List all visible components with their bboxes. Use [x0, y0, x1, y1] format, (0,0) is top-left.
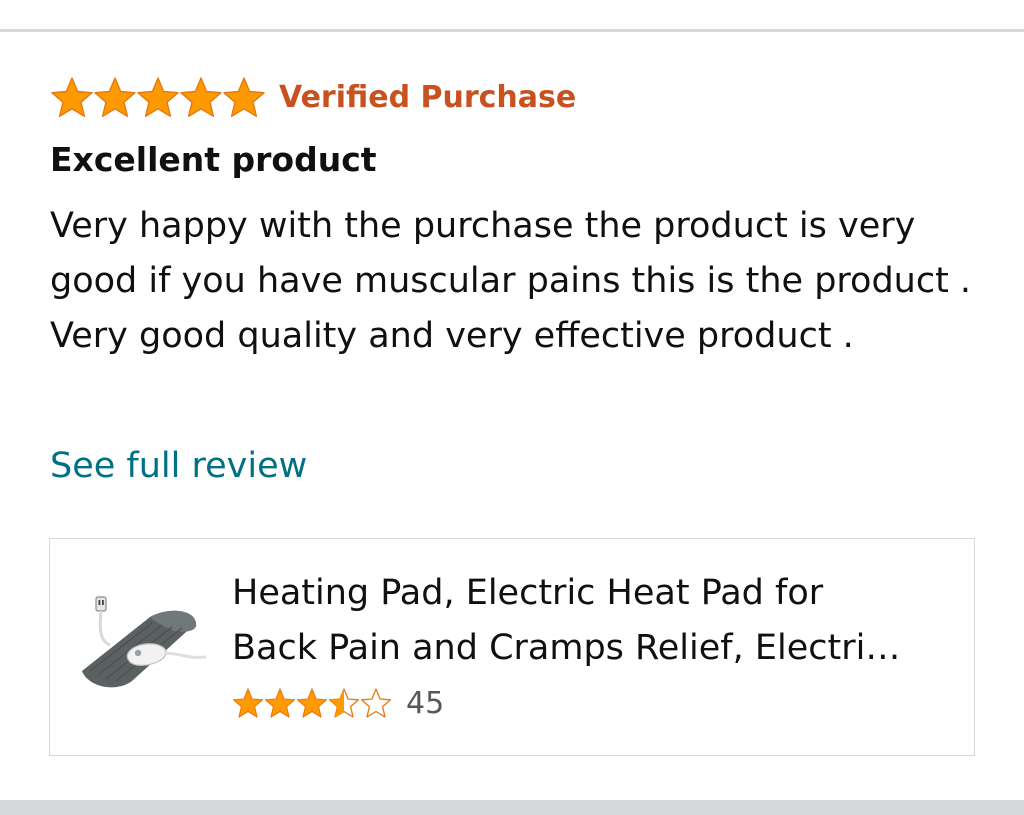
verified-purchase-badge: Verified Purchase	[279, 79, 577, 115]
review-body-text: Very happy with the purchase the product…	[50, 206, 972, 356]
bottom-divider-bar	[0, 800, 1024, 815]
star-icon	[136, 76, 180, 118]
top-divider	[0, 29, 1024, 32]
star-icon	[264, 687, 296, 719]
product-title[interactable]: Heating Pad, Electric Heat Pad for Back …	[232, 566, 952, 676]
empty-star-icon	[360, 687, 392, 719]
product-rating-row: 45	[232, 685, 444, 721]
star-icon	[296, 687, 328, 719]
half-star-icon	[328, 687, 360, 719]
see-full-review-link[interactable]: See full review	[50, 442, 307, 490]
product-title-line: Back Pain and Cramps Relief, Electri…	[232, 628, 901, 668]
star-icon	[222, 76, 266, 118]
review-title: Excellent product	[50, 140, 377, 179]
heating-pad-image[interactable]	[76, 595, 212, 695]
rating-count[interactable]: 45	[406, 686, 444, 721]
star-icon	[179, 76, 223, 118]
star-icon	[232, 687, 264, 719]
review-star-rating	[50, 76, 265, 118]
product-title-line: Heating Pad, Electric Heat Pad for	[232, 573, 824, 613]
star-icon	[50, 76, 94, 118]
review-rating-row: Verified Purchase	[50, 76, 576, 118]
star-icon	[93, 76, 137, 118]
product-card[interactable]: Heating Pad, Electric Heat Pad for Back …	[49, 538, 975, 756]
